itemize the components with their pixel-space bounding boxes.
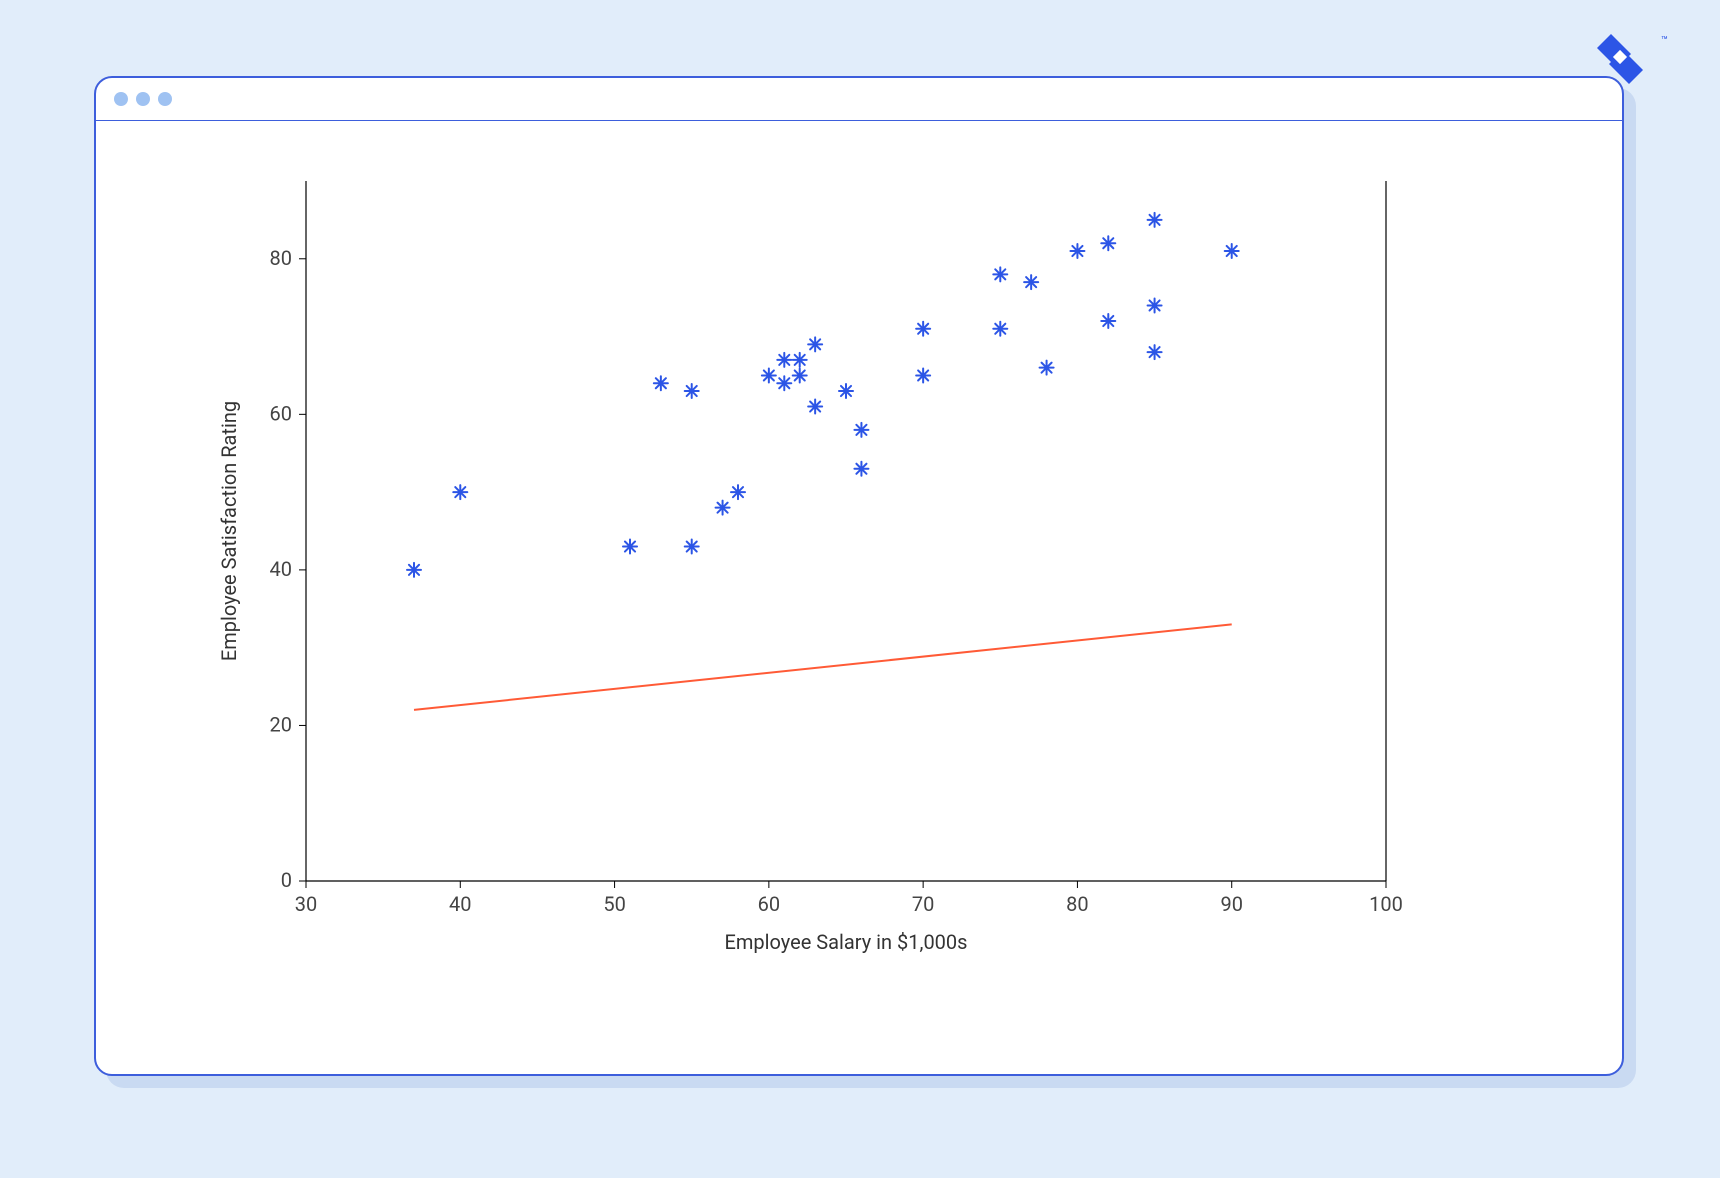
data-point — [1024, 275, 1038, 289]
data-point — [916, 368, 930, 382]
data-point — [716, 501, 730, 515]
data-point — [1101, 236, 1115, 250]
window-dot-3 — [158, 92, 172, 106]
data-point — [453, 485, 467, 499]
x-axis-label: Employee Salary in $1,000s — [725, 930, 968, 954]
data-point — [808, 337, 822, 351]
window-dot-2 — [136, 92, 150, 106]
x-tick-label: 50 — [603, 892, 625, 916]
x-tick-label: 90 — [1220, 892, 1242, 916]
data-point — [993, 322, 1007, 336]
regression-line — [414, 624, 1232, 710]
window-dot-1 — [114, 92, 128, 106]
data-point — [731, 485, 745, 499]
x-tick-label: 40 — [449, 892, 471, 916]
y-tick-label: 80 — [270, 246, 292, 270]
trademark-symbol: ™ — [1661, 34, 1668, 47]
data-point — [762, 368, 776, 382]
data-point — [1148, 345, 1162, 359]
data-point — [777, 376, 791, 390]
y-tick-label: 0 — [281, 868, 292, 892]
data-point — [407, 563, 421, 577]
data-point — [1148, 298, 1162, 312]
x-tick-label: 30 — [295, 892, 317, 916]
data-point — [1070, 244, 1084, 258]
data-point — [1148, 213, 1162, 227]
data-point — [1040, 361, 1054, 375]
data-point — [916, 322, 930, 336]
data-point — [685, 540, 699, 554]
data-point — [654, 376, 668, 390]
y-tick-label: 40 — [270, 557, 292, 581]
window-titlebar — [96, 78, 1622, 121]
scatter-chart: 30 40 50 60 70 80 90 100 0 20 40 60 80 Employee Salar… — [96, 121, 1622, 1076]
data-point — [839, 384, 853, 398]
data-point — [777, 353, 791, 367]
data-point — [1101, 314, 1115, 328]
data-point — [793, 353, 807, 367]
data-point — [1225, 244, 1239, 258]
x-tick-label: 100 — [1369, 892, 1403, 916]
data-point — [793, 368, 807, 382]
data-point — [854, 423, 868, 437]
x-tick-label: 60 — [758, 892, 780, 916]
data-point — [854, 462, 868, 476]
data-point — [685, 384, 699, 398]
data-point — [808, 400, 822, 414]
x-tick-label: 80 — [1066, 892, 1088, 916]
y-tick-label: 60 — [270, 401, 292, 425]
browser-window: 30 40 50 60 70 80 90 100 0 20 40 60 80 Employee Salar… — [94, 76, 1624, 1076]
y-axis-label: Employee Satisfaction Rating — [217, 401, 241, 661]
data-point — [993, 267, 1007, 281]
x-tick-label: 70 — [912, 892, 934, 916]
data-point — [623, 540, 637, 554]
chart-area: 30 40 50 60 70 80 90 100 0 20 40 60 80 Employee Salar… — [96, 121, 1622, 1075]
y-tick-label: 20 — [270, 712, 292, 736]
